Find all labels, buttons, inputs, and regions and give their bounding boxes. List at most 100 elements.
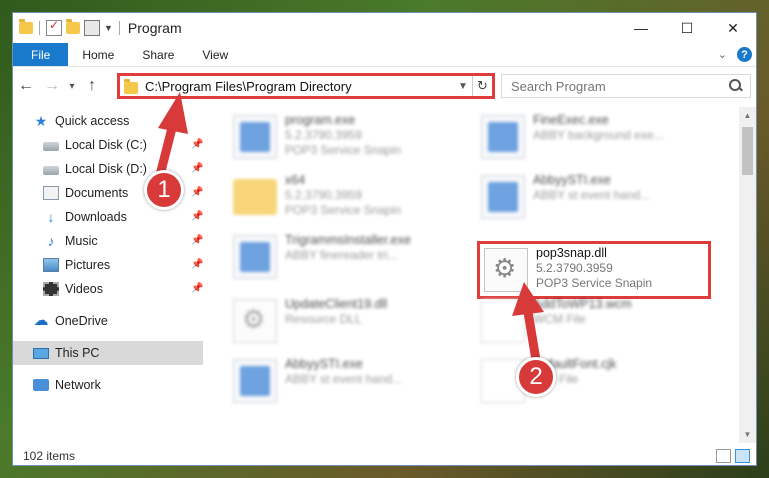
vertical-scrollbar[interactable]: ▲ ▼ [739, 107, 756, 443]
search-box[interactable] [501, 74, 751, 98]
nav-item-pictures[interactable]: Pictures [43, 253, 110, 277]
close-button[interactable]: ✕ [710, 13, 756, 43]
back-arrow-icon[interactable]: ← [13, 77, 39, 95]
scrollbar-thumb[interactable] [742, 127, 753, 175]
nav-item-music[interactable]: ♪ Music [43, 229, 98, 253]
file-details: program.exe 5.2.3790.3959 POP3 Service S… [285, 111, 401, 167]
file-description: ABBY st event hand... [533, 188, 651, 202]
file-details: AddToWP13.wcm WCM File [533, 295, 632, 351]
file-tile[interactable]: program.exe 5.2.3790.3959 POP3 Service S… [233, 111, 473, 167]
folder-icon [233, 179, 277, 215]
pin-icon[interactable]: 📌 [191, 259, 203, 270]
file-version: 5.2.3790.3959 [285, 128, 362, 142]
file-name: TrigrammsInstaller.exe [285, 233, 411, 247]
file-description: ABBY finereader tri... [285, 248, 398, 262]
nav-item-documents[interactable]: Documents [43, 181, 128, 205]
nav-item-label: Music [65, 234, 98, 248]
tab-share[interactable]: Share [128, 43, 188, 66]
nav-item-label: OneDrive [55, 314, 108, 328]
file-list: program.exe 5.2.3790.3959 POP3 Service S… [209, 107, 739, 443]
file-tile[interactable]: AbbyySTI.exe ABBY st event hand... [481, 171, 721, 227]
file-name: AbbyySTI.exe [285, 357, 363, 371]
document-file-icon [481, 299, 525, 343]
file-version: 5.2.3790.3959 [285, 188, 362, 202]
file-name: FineExec.exe [533, 113, 609, 127]
music-icon: ♪ [47, 233, 55, 249]
tab-file[interactable]: File [13, 43, 69, 66]
callout-badge-1: 1 [144, 170, 184, 210]
file-description: WCM File [533, 312, 586, 326]
forward-arrow-icon[interactable]: → [39, 77, 65, 95]
exe-file-icon [233, 235, 277, 279]
file-name: AbbyySTI.exe [533, 173, 611, 187]
address-path[interactable]: C:\Program Files\Program Directory [145, 79, 454, 94]
maximize-button[interactable]: ☐ [664, 13, 710, 43]
address-dropdown-icon[interactable]: ▼ [454, 81, 472, 92]
search-input[interactable] [511, 78, 721, 94]
scroll-up-icon[interactable]: ▲ [739, 107, 756, 124]
file-description: POP3 Service Snapin [536, 276, 653, 290]
properties-check-icon[interactable] [46, 18, 62, 36]
tab-view[interactable]: View [188, 43, 242, 66]
nav-item-label: Downloads [65, 210, 127, 224]
file-tile[interactable]: FineExec.exe ABBY background exe... [481, 111, 721, 167]
nav-item-onedrive[interactable]: ☁ OneDrive [33, 309, 108, 333]
nav-item-label: This PC [55, 346, 100, 360]
window-title: Program [127, 20, 182, 36]
file-details: AbbyySTI.exe ABBY st event hand... [285, 355, 402, 411]
help-icon[interactable]: ? [737, 47, 752, 62]
file-tile[interactable]: UpdateClient19.dll Resource DLL [233, 295, 473, 351]
file-description: ABBY st event hand... [285, 372, 403, 386]
folder-tile[interactable]: x64 5.2.3790.3959 POP3 Service Snapin [233, 171, 473, 227]
refresh-icon[interactable]: ↻ [472, 76, 492, 96]
title-bar: ▼ Program — ☐ ✕ [13, 13, 756, 43]
view-properties-icon[interactable] [84, 20, 100, 36]
tiles-view-icon[interactable] [735, 449, 750, 463]
highlighted-file-tile[interactable]: pop3snap.dll 5.2.3790.3959 POP3 Service … [477, 241, 711, 299]
file-name: x64 [285, 173, 306, 187]
new-folder-icon[interactable] [66, 19, 80, 34]
recent-locations-chevron-icon[interactable]: ▾ [65, 81, 79, 92]
details-view-icon[interactable] [716, 449, 731, 463]
nav-item-label: Local Disk (C:) [65, 138, 147, 152]
nav-item-quick-access[interactable]: ★ Quick access [33, 109, 130, 133]
nav-item-videos[interactable]: Videos [43, 277, 103, 301]
file-tile[interactable]: AbbyySTI.exe ABBY st event hand... [233, 355, 473, 411]
minimize-button[interactable]: — [618, 13, 664, 43]
nav-item-local-disk-c[interactable]: Local Disk (C:) [43, 133, 147, 157]
nav-item-downloads[interactable]: ↓ Downloads [43, 205, 127, 229]
download-icon: ↓ [47, 209, 55, 225]
chevron-down-icon[interactable]: ▼ [104, 23, 113, 33]
pin-icon[interactable]: 📌 [191, 211, 203, 222]
search-icon[interactable] [728, 78, 744, 94]
pin-icon[interactable]: 📌 [191, 283, 203, 294]
tab-home[interactable]: Home [68, 43, 128, 66]
disk-icon [43, 166, 59, 175]
pc-icon [33, 347, 49, 359]
file-details: TrigrammsInstaller.exe ABBY finereader t… [285, 231, 411, 287]
file-tile[interactable]: TrigrammsInstaller.exe ABBY finereader t… [233, 231, 473, 287]
documents-icon [43, 186, 59, 200]
file-tile[interactable]: AddToWP13.wcm WCM File [481, 295, 721, 351]
expand-ribbon-chevron-icon[interactable]: ⌄ [718, 48, 727, 61]
nav-item-local-disk-d[interactable]: Local Disk (D:) [43, 157, 147, 181]
ribbon-right-controls: ⌄ ? [718, 47, 752, 62]
window-controls: — ☐ ✕ [618, 13, 756, 43]
callout-badge-2: 2 [516, 357, 556, 397]
exe-file-icon [481, 175, 525, 219]
up-arrow-icon[interactable]: ↑ [79, 77, 105, 95]
explorer-window: ▼ Program — ☐ ✕ File Home Share View ⌄ ?… [12, 12, 757, 466]
status-bar: 102 items [13, 445, 756, 465]
scroll-down-icon[interactable]: ▼ [739, 426, 756, 443]
nav-item-this-pc[interactable]: This PC [13, 341, 203, 365]
pin-icon[interactable]: 📌 [191, 187, 203, 198]
pin-icon[interactable]: 📌 [191, 235, 203, 246]
pin-icon[interactable]: 📌 [191, 163, 203, 174]
file-tile-pop3snap[interactable]: pop3snap.dll 5.2.3790.3959 POP3 Service … [484, 244, 724, 300]
address-bar[interactable]: C:\Program Files\Program Directory ▼ ↻ [117, 73, 495, 99]
file-details: AbbyySTI.exe ABBY st event hand... [533, 171, 650, 227]
nav-item-network[interactable]: Network [33, 373, 101, 397]
pin-icon[interactable]: 📌 [191, 139, 203, 150]
folder-icon [19, 19, 33, 34]
exe-file-icon [233, 115, 277, 159]
